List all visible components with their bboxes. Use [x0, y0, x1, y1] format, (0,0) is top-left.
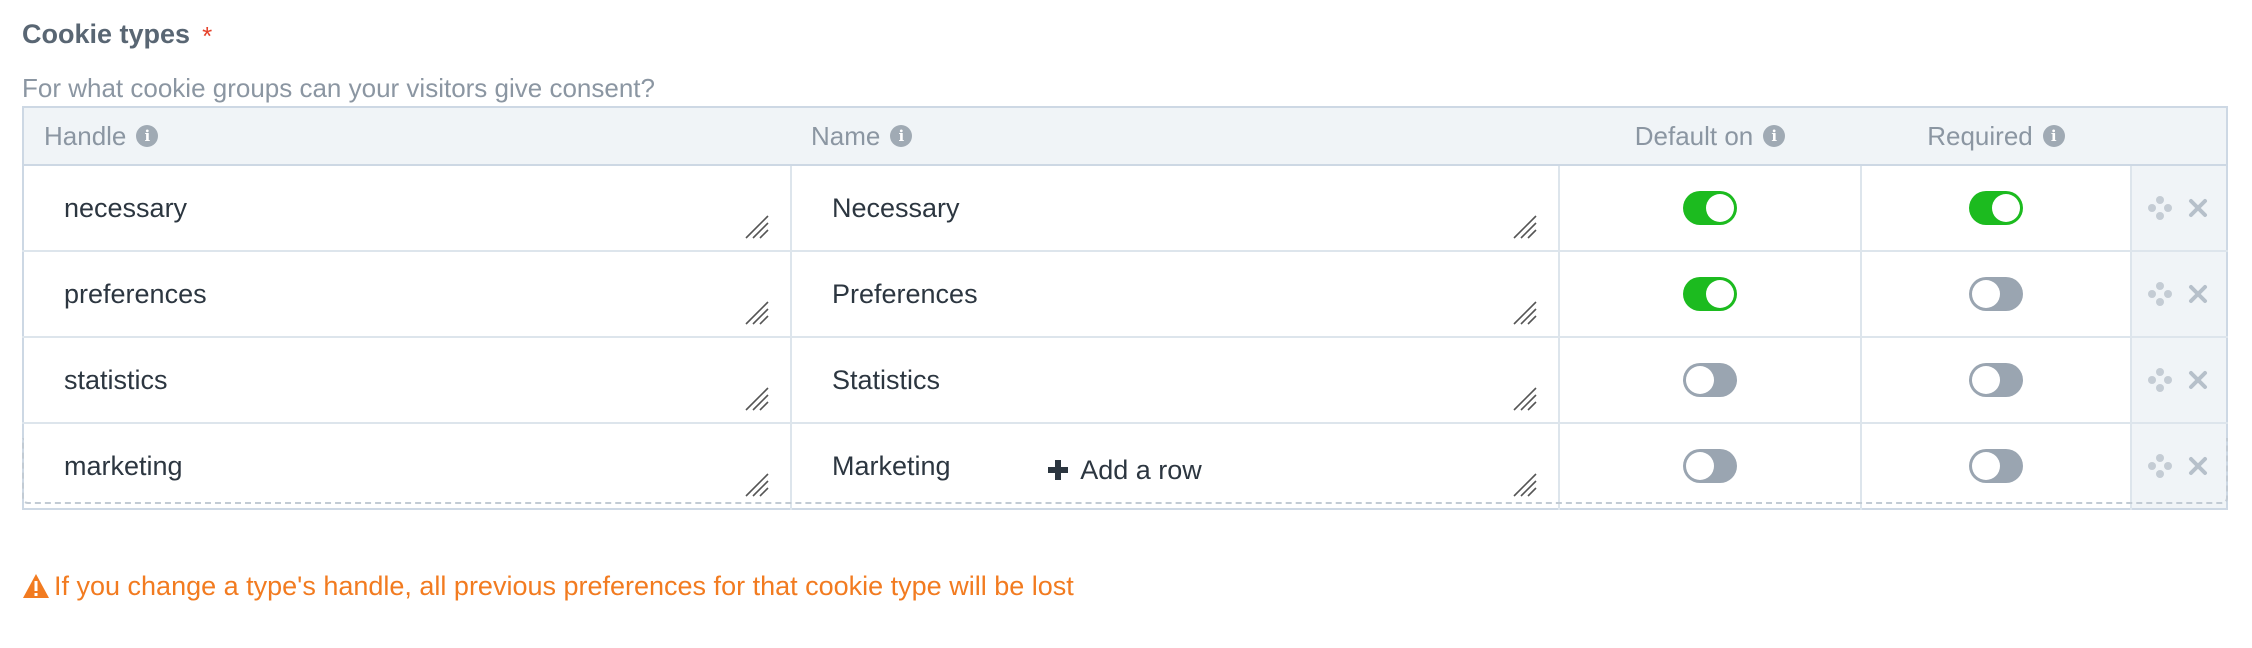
delete-icon[interactable]: [2185, 281, 2211, 307]
move-icon[interactable]: [2147, 195, 2173, 221]
default-on-cell: [1559, 251, 1862, 338]
column-header-name: Name i: [791, 107, 1559, 166]
handle-cell[interactable]: preferences: [23, 251, 792, 338]
toggle-knob: [1972, 280, 2000, 308]
required-toggle[interactable]: [1969, 191, 2023, 225]
resize-handle-icon[interactable]: [744, 300, 770, 326]
column-header-default-on-label: Default on: [1634, 120, 1754, 151]
warning-triangle-icon: [23, 574, 49, 598]
toggle-knob: [1992, 194, 2020, 222]
name-value: Preferences: [832, 278, 978, 309]
column-header-default-on: Default on i: [1559, 107, 1861, 166]
info-icon[interactable]: i: [890, 124, 913, 147]
field-heading: Cookie types *: [22, 16, 2228, 52]
field-instructions: For what cookie groups can your visitors…: [22, 73, 655, 103]
handle-value: preferences: [64, 278, 207, 309]
handle-value: necessary: [64, 192, 188, 223]
row-actions: [2132, 338, 2226, 422]
required-indicator: *: [202, 21, 213, 51]
row-actions-cell: [2131, 165, 2227, 252]
default-on-cell: [1559, 165, 1862, 252]
cookie-types-field: Cookie types * For what cookie groups ca…: [22, 16, 2228, 510]
default-on-cell: [1559, 337, 1862, 424]
move-icon[interactable]: [2147, 281, 2173, 307]
column-header-required-label: Required: [1927, 120, 2033, 151]
column-header-handle: Handle i: [23, 107, 791, 166]
column-header-name-label: Name: [811, 120, 881, 151]
required-cell: [1861, 165, 2132, 252]
column-header-actions: [2131, 107, 2227, 166]
handle-cell[interactable]: necessary: [23, 165, 792, 252]
delete-icon[interactable]: [2185, 195, 2211, 221]
name-value: Necessary: [832, 192, 960, 223]
delete-icon[interactable]: [2185, 367, 2211, 393]
field-label: Cookie types: [22, 18, 191, 49]
toggle-knob: [1706, 194, 1734, 222]
resize-handle-icon[interactable]: [1512, 300, 1538, 326]
column-header-handle-label: Handle: [44, 120, 127, 151]
default-on-toggle[interactable]: [1683, 277, 1737, 311]
default-on-toggle[interactable]: [1683, 191, 1737, 225]
toggle-knob: [1706, 280, 1734, 308]
add-row-label: Add a row: [1080, 454, 1202, 485]
table-row: statistics Statistics: [23, 337, 2227, 424]
table-row: necessary Necessary: [23, 165, 2227, 252]
column-header-required: Required i: [1861, 107, 2131, 166]
default-on-toggle[interactable]: [1683, 363, 1737, 397]
info-icon[interactable]: i: [1763, 124, 1786, 147]
name-cell[interactable]: Necessary: [791, 165, 1560, 252]
resize-handle-icon[interactable]: [744, 386, 770, 412]
move-icon[interactable]: [2147, 367, 2173, 393]
name-value: Statistics: [832, 364, 941, 395]
plus-icon: [1048, 460, 1069, 480]
row-actions-cell: [2131, 337, 2227, 424]
table-header-row: Handle i Name i Default on i Required i: [23, 107, 2227, 166]
handle-cell[interactable]: statistics: [23, 337, 792, 424]
required-toggle[interactable]: [1969, 277, 2023, 311]
row-actions-cell: [2131, 251, 2227, 338]
handle-change-warning: If you change a type's handle, all previ…: [22, 569, 1074, 603]
toggle-knob: [1972, 366, 2000, 394]
resize-handle-icon[interactable]: [1512, 214, 1538, 240]
toggle-knob: [1686, 366, 1714, 394]
required-cell: [1861, 251, 2132, 338]
table-row: preferences Preferences: [23, 251, 2227, 338]
info-icon[interactable]: i: [2042, 124, 2065, 147]
row-actions: [2132, 166, 2226, 250]
resize-handle-icon[interactable]: [1512, 386, 1538, 412]
required-toggle[interactable]: [1969, 363, 2023, 397]
row-actions: [2132, 252, 2226, 336]
required-cell: [1861, 337, 2132, 424]
name-cell[interactable]: Statistics: [791, 337, 1560, 424]
info-icon[interactable]: i: [136, 124, 159, 147]
warning-text: If you change a type's handle, all previ…: [54, 570, 1074, 601]
name-cell[interactable]: Preferences: [791, 251, 1560, 338]
resize-handle-icon[interactable]: [744, 214, 770, 240]
handle-value: statistics: [64, 364, 168, 395]
add-row-button[interactable]: Add a row: [22, 438, 2228, 504]
